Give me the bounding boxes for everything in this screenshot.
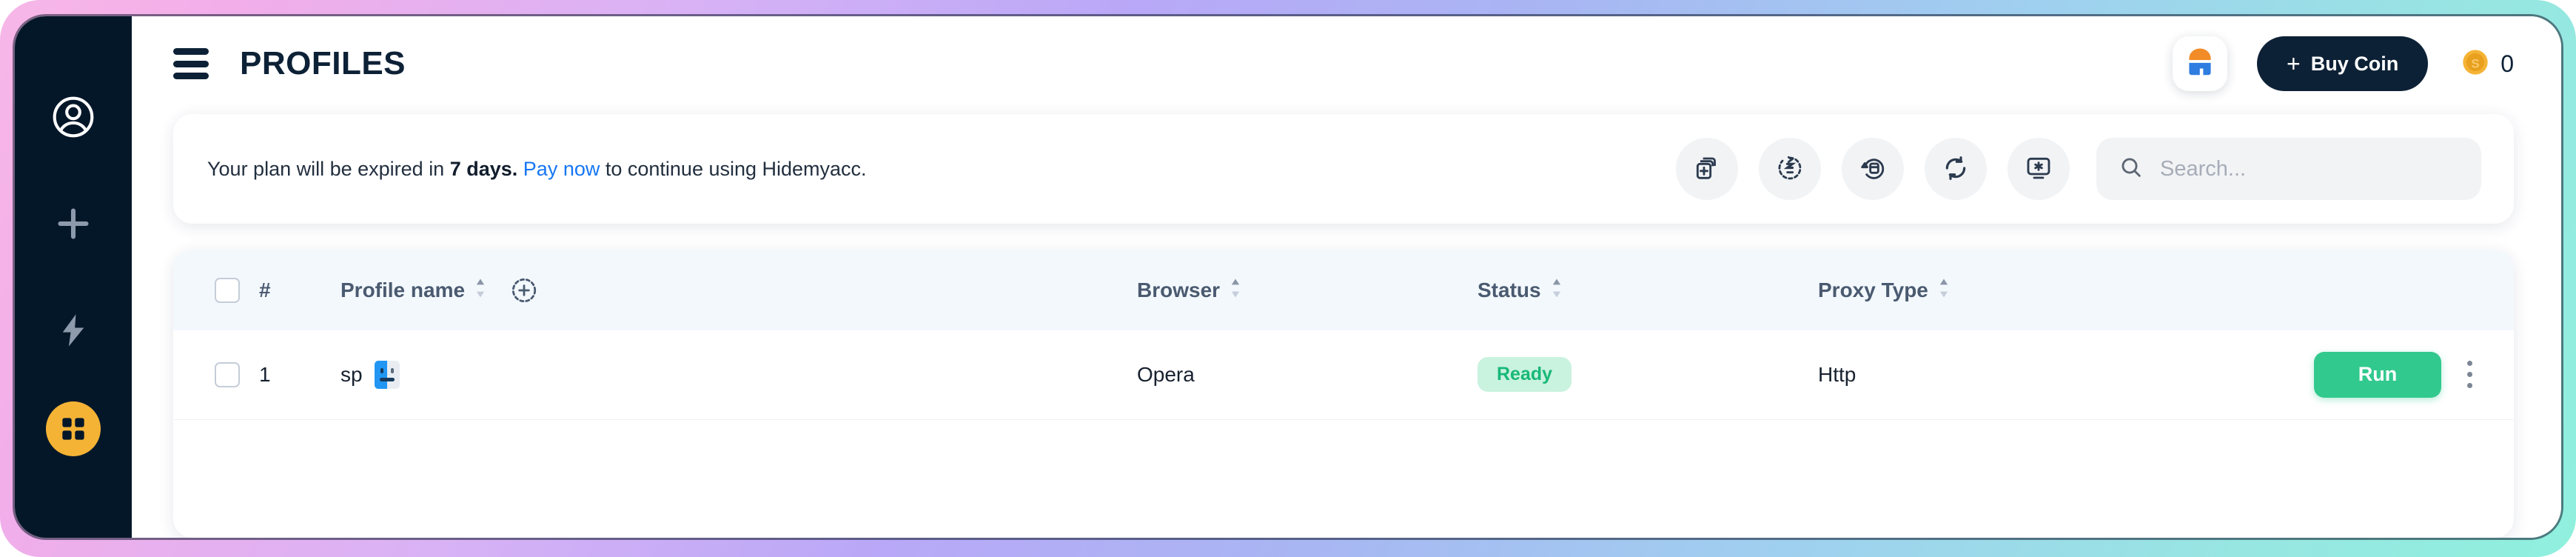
row-proxy-type: Http xyxy=(1818,362,1856,386)
sort-icon[interactable] xyxy=(1937,278,1951,304)
hamburger-icon[interactable] xyxy=(173,48,213,79)
notice-text-after: to continue using Hidemyacc. xyxy=(600,157,867,180)
add-column-icon[interactable] xyxy=(508,274,540,307)
sort-icon[interactable] xyxy=(474,278,487,304)
coin-icon: S xyxy=(2461,47,2490,81)
profiles-table-card: # Profile name Browser Status Proxy Type… xyxy=(173,250,2514,538)
notice-days: 7 days. xyxy=(449,157,518,180)
finder-face-emoji xyxy=(374,360,400,389)
avatar[interactable] xyxy=(2173,36,2228,91)
avatar-icon xyxy=(2181,44,2218,84)
index-header: # xyxy=(259,278,271,301)
sidebar-item-profiles[interactable] xyxy=(46,401,101,456)
select-all-header xyxy=(173,250,259,330)
row-profile-name: sp xyxy=(341,362,363,386)
sidebar-item-account[interactable] xyxy=(38,81,109,153)
sidebar-item-add[interactable] xyxy=(38,188,109,259)
app-window: PROFILES + Buy Coin S 0 Your plan will b… xyxy=(15,16,2561,538)
profiles-table: # Profile name Browser Status Proxy Type… xyxy=(173,250,2514,420)
status-header: Status xyxy=(1477,250,1818,330)
table-head: # Profile name Browser Status Proxy Type xyxy=(173,250,2514,330)
restore-profile-icon xyxy=(1858,153,1888,185)
proxy-type-header: Proxy Type xyxy=(1818,250,2203,330)
plus-icon: + xyxy=(2287,50,2301,77)
row-select-cell xyxy=(173,330,259,419)
actions-header xyxy=(2203,250,2514,330)
settings-display-icon xyxy=(2024,153,2053,185)
status-header-label: Status xyxy=(1477,278,1541,301)
restore-profile-button[interactable] xyxy=(1842,138,1904,200)
profile-name-header: Profile name xyxy=(341,250,1137,330)
row-status-cell: Ready xyxy=(1477,330,1818,419)
refresh-button[interactable] xyxy=(1925,138,1987,200)
proxy-type-header-label: Proxy Type xyxy=(1818,278,1928,301)
coin-balance[interactable]: S 0 xyxy=(2461,47,2514,81)
row-index: 1 xyxy=(259,362,271,386)
add-icon xyxy=(53,203,94,244)
row-browser: Opera xyxy=(1137,362,1195,386)
sort-icon[interactable] xyxy=(1229,278,1242,304)
page-title: PROFILES xyxy=(240,45,406,81)
toolbar xyxy=(1676,138,2070,200)
row-actions-cell: Run xyxy=(2203,330,2514,419)
sync-cookie-icon xyxy=(1775,153,1805,185)
select-all-checkbox[interactable] xyxy=(215,278,240,303)
row-more-menu-icon[interactable] xyxy=(2455,352,2484,398)
pay-now-link[interactable]: Pay now xyxy=(523,158,600,180)
table-row[interactable]: 1 sp Opera Ready Http Run xyxy=(173,330,2514,419)
sidebar-item-automation[interactable] xyxy=(38,295,109,366)
settings-display-button[interactable] xyxy=(2008,138,2070,200)
browser-header-label: Browser xyxy=(1137,278,1221,301)
search-input[interactable] xyxy=(2160,156,2459,181)
plan-notice-text: Your plan will be expired in 7 days. Pay… xyxy=(207,158,867,181)
sync-cookie-button[interactable] xyxy=(1759,138,1821,200)
profile-name-header-label: Profile name xyxy=(341,278,466,301)
table-body: 1 sp Opera Ready Http Run xyxy=(173,330,2514,419)
status-badge: Ready xyxy=(1477,357,1572,393)
account-icon xyxy=(49,93,98,141)
buy-coin-label: Buy Coin xyxy=(2310,52,2399,75)
table-header-row: # Profile name Browser Status Proxy Type xyxy=(173,250,2514,330)
add-profile-button[interactable] xyxy=(1676,138,1738,200)
notice-text-before: Your plan will be expired in xyxy=(207,157,450,180)
browser-header: Browser xyxy=(1137,250,1477,330)
main-content: PROFILES + Buy Coin S 0 Your plan will b… xyxy=(132,16,2561,538)
app-gradient-frame: PROFILES + Buy Coin S 0 Your plan will b… xyxy=(0,0,2576,557)
sort-icon[interactable] xyxy=(1550,278,1563,304)
plan-notice-card: Your plan will be expired in 7 days. Pay… xyxy=(173,114,2514,224)
buy-coin-button[interactable]: + Buy Coin xyxy=(2257,36,2429,91)
automation-icon xyxy=(54,310,93,351)
search-icon xyxy=(2119,155,2144,184)
row-checkbox[interactable] xyxy=(215,361,240,387)
search-box[interactable] xyxy=(2096,138,2481,200)
coin-count: 0 xyxy=(2500,50,2514,77)
run-button[interactable]: Run xyxy=(2314,351,2441,398)
sidebar xyxy=(15,16,132,538)
add-profile-icon xyxy=(1692,153,1722,185)
svg-text:S: S xyxy=(2472,56,2480,70)
row-profile-name-cell: sp xyxy=(341,330,1137,419)
page-header: PROFILES + Buy Coin S 0 xyxy=(132,16,2561,111)
profiles-grid-icon xyxy=(58,414,88,444)
refresh-icon xyxy=(1941,153,1970,185)
